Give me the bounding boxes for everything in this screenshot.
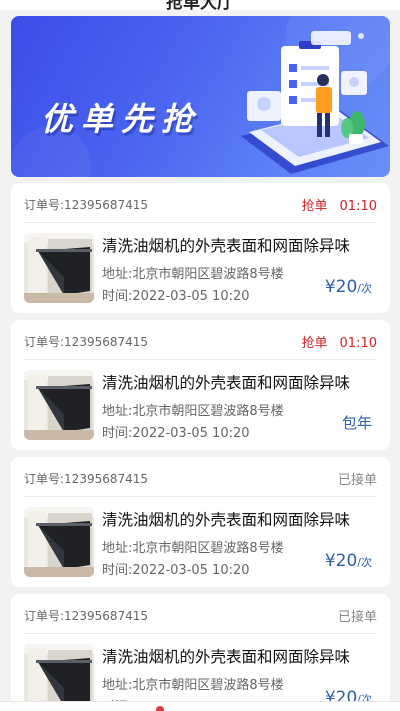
job-title: 清洗油烟机的外壳表面和网面除异味	[102, 237, 351, 255]
bottom-tab-bar[interactable]	[0, 701, 400, 711]
grab-button-label[interactable]: 抢单	[302, 336, 328, 351]
order-card-header: 订单号:12395687415 已接单	[24, 457, 377, 497]
countdown-timer: 01:10	[339, 336, 377, 351]
range-hood-thumbnail	[24, 370, 94, 440]
accepted-status: 已接单	[337, 610, 377, 625]
price-unit: /次	[357, 282, 372, 295]
job-title: 清洗油烟机的外壳表面和网面除异味	[102, 648, 351, 666]
job-address: 地址:北京市朝阳区碧波路8号楼	[102, 678, 284, 693]
page-header: 抢单大厅	[0, 0, 400, 13]
price-tag: ¥20/次	[325, 277, 372, 297]
order-card-header: 订单号:12395687415 抢单 01:10	[24, 320, 377, 360]
order-number: 订单号:12395687415	[24, 335, 149, 349]
order-card-header: 订单号:12395687415 已接单	[24, 594, 377, 634]
job-address: 地址:北京市朝阳区碧波路8号楼	[102, 404, 284, 419]
order-card-header: 订单号:12395687415 抢单 01:10	[24, 183, 377, 223]
price-value: ¥20	[324, 551, 358, 571]
range-hood-thumbnail	[24, 507, 94, 577]
job-time: 时间:2022-03-05 10:20	[102, 563, 250, 578]
promo-banner[interactable]: 优单先抢	[11, 16, 390, 177]
job-time: 时间:2022-03-05 10:20	[102, 426, 250, 441]
order-card[interactable]: 订单号:12395687415 抢单 01:10 清洗油烟机的外壳表面和网面除异味…	[11, 183, 390, 313]
countdown-timer: 01:10	[339, 199, 377, 214]
job-title: 清洗油烟机的外壳表面和网面除异味	[102, 511, 351, 529]
order-card[interactable]: 订单号:12395687415 已接单 清洗油烟机的外壳表面和网面除异味 地址:…	[11, 594, 390, 711]
notification-badge	[156, 706, 164, 711]
order-card[interactable]: 订单号:12395687415 抢单 01:10 清洗油烟机的外壳表面和网面除异味…	[11, 320, 390, 450]
price-unit: /次	[357, 556, 372, 569]
range-hood-thumbnail	[24, 233, 94, 303]
yearly-plan-label: 包年	[341, 414, 372, 432]
job-title: 清洗油烟机的外壳表面和网面除异味	[102, 374, 351, 392]
price-value: ¥20	[324, 277, 358, 297]
page-title: 抢单大厅	[166, 0, 234, 13]
grab-status[interactable]: 抢单 01:10	[302, 195, 377, 214]
job-address: 地址:北京市朝阳区碧波路8号楼	[102, 541, 284, 556]
banner-slogan: 优单先抢	[41, 100, 202, 138]
grab-status[interactable]: 抢单 01:10	[302, 332, 377, 351]
job-time: 时间:2022-03-05 10:20	[102, 289, 250, 304]
job-address: 地址:北京市朝阳区碧波路8号楼	[102, 267, 284, 282]
order-card[interactable]: 订单号:12395687415 已接单 清洗油烟机的外壳表面和网面除异味 地址:…	[11, 457, 390, 587]
order-number: 订单号:12395687415	[24, 198, 149, 212]
price-tag: ¥20/次	[325, 551, 372, 571]
order-number: 订单号:12395687415	[24, 472, 149, 486]
grab-button-label[interactable]: 抢单	[302, 199, 328, 214]
order-number: 订单号:12395687415	[24, 609, 149, 623]
accepted-status: 已接单	[337, 473, 377, 488]
